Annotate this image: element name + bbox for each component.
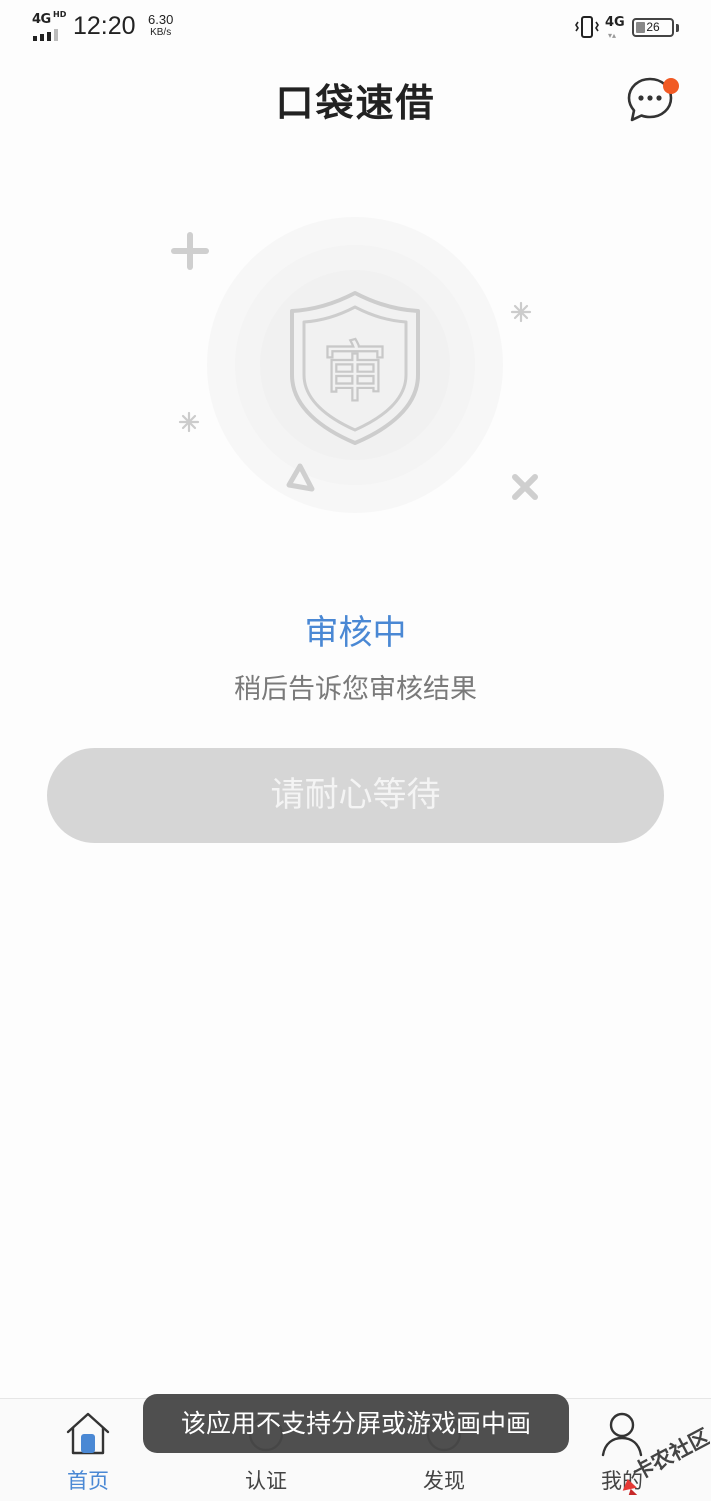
speed-value: 6.30 [148,12,174,27]
toast-message: 该应用不支持分屏或游戏画中画 [143,1394,569,1453]
clock: 12:20 [73,12,136,40]
battery-icon: 26 [632,18,674,37]
shield-character: 审 [322,334,388,411]
wait-button[interactable]: 请耐心等待 [47,748,664,843]
battery-level: 26 [646,20,660,34]
nav-item-home[interactable]: 首页 [18,1399,158,1501]
notification-badge [663,78,679,94]
review-status-subtitle: 稍后告诉您审核结果 [234,674,477,705]
signal-icon [33,29,63,41]
data-arrows-icon: ▾▴ [608,31,617,40]
sparkle-decoration-icon [178,411,200,433]
speed-unit: KB/s [150,27,172,38]
watermark-text: 卡农社区 [629,1424,710,1485]
network-type-right: 4G [605,15,625,30]
vibrate-icon [575,16,599,38]
status-bar: 4G HD 12:20 6.30 KB/s 4G ▾▴ 26 [0,0,711,56]
battery-tip [676,24,679,32]
review-illustration: 审 [171,217,538,513]
network-type-left: 4G [32,12,51,27]
network-speed: 6.30 KB/s [148,13,173,39]
home-icon [66,1412,110,1455]
hd-label: HD [53,10,67,19]
watermark-logo: 卡农社区 [622,1424,710,1495]
app-title: 口袋速借 [275,81,436,125]
review-status-title: 审核中 [304,613,407,653]
nav-label-home: 首页 [67,1469,109,1493]
nav-label-verify: 认证 [245,1469,287,1493]
plus-decoration-icon [171,232,209,270]
cross-decoration-icon [512,474,538,500]
sparkle-decoration-icon [510,301,532,323]
nav-label-discover: 发现 [423,1469,465,1493]
